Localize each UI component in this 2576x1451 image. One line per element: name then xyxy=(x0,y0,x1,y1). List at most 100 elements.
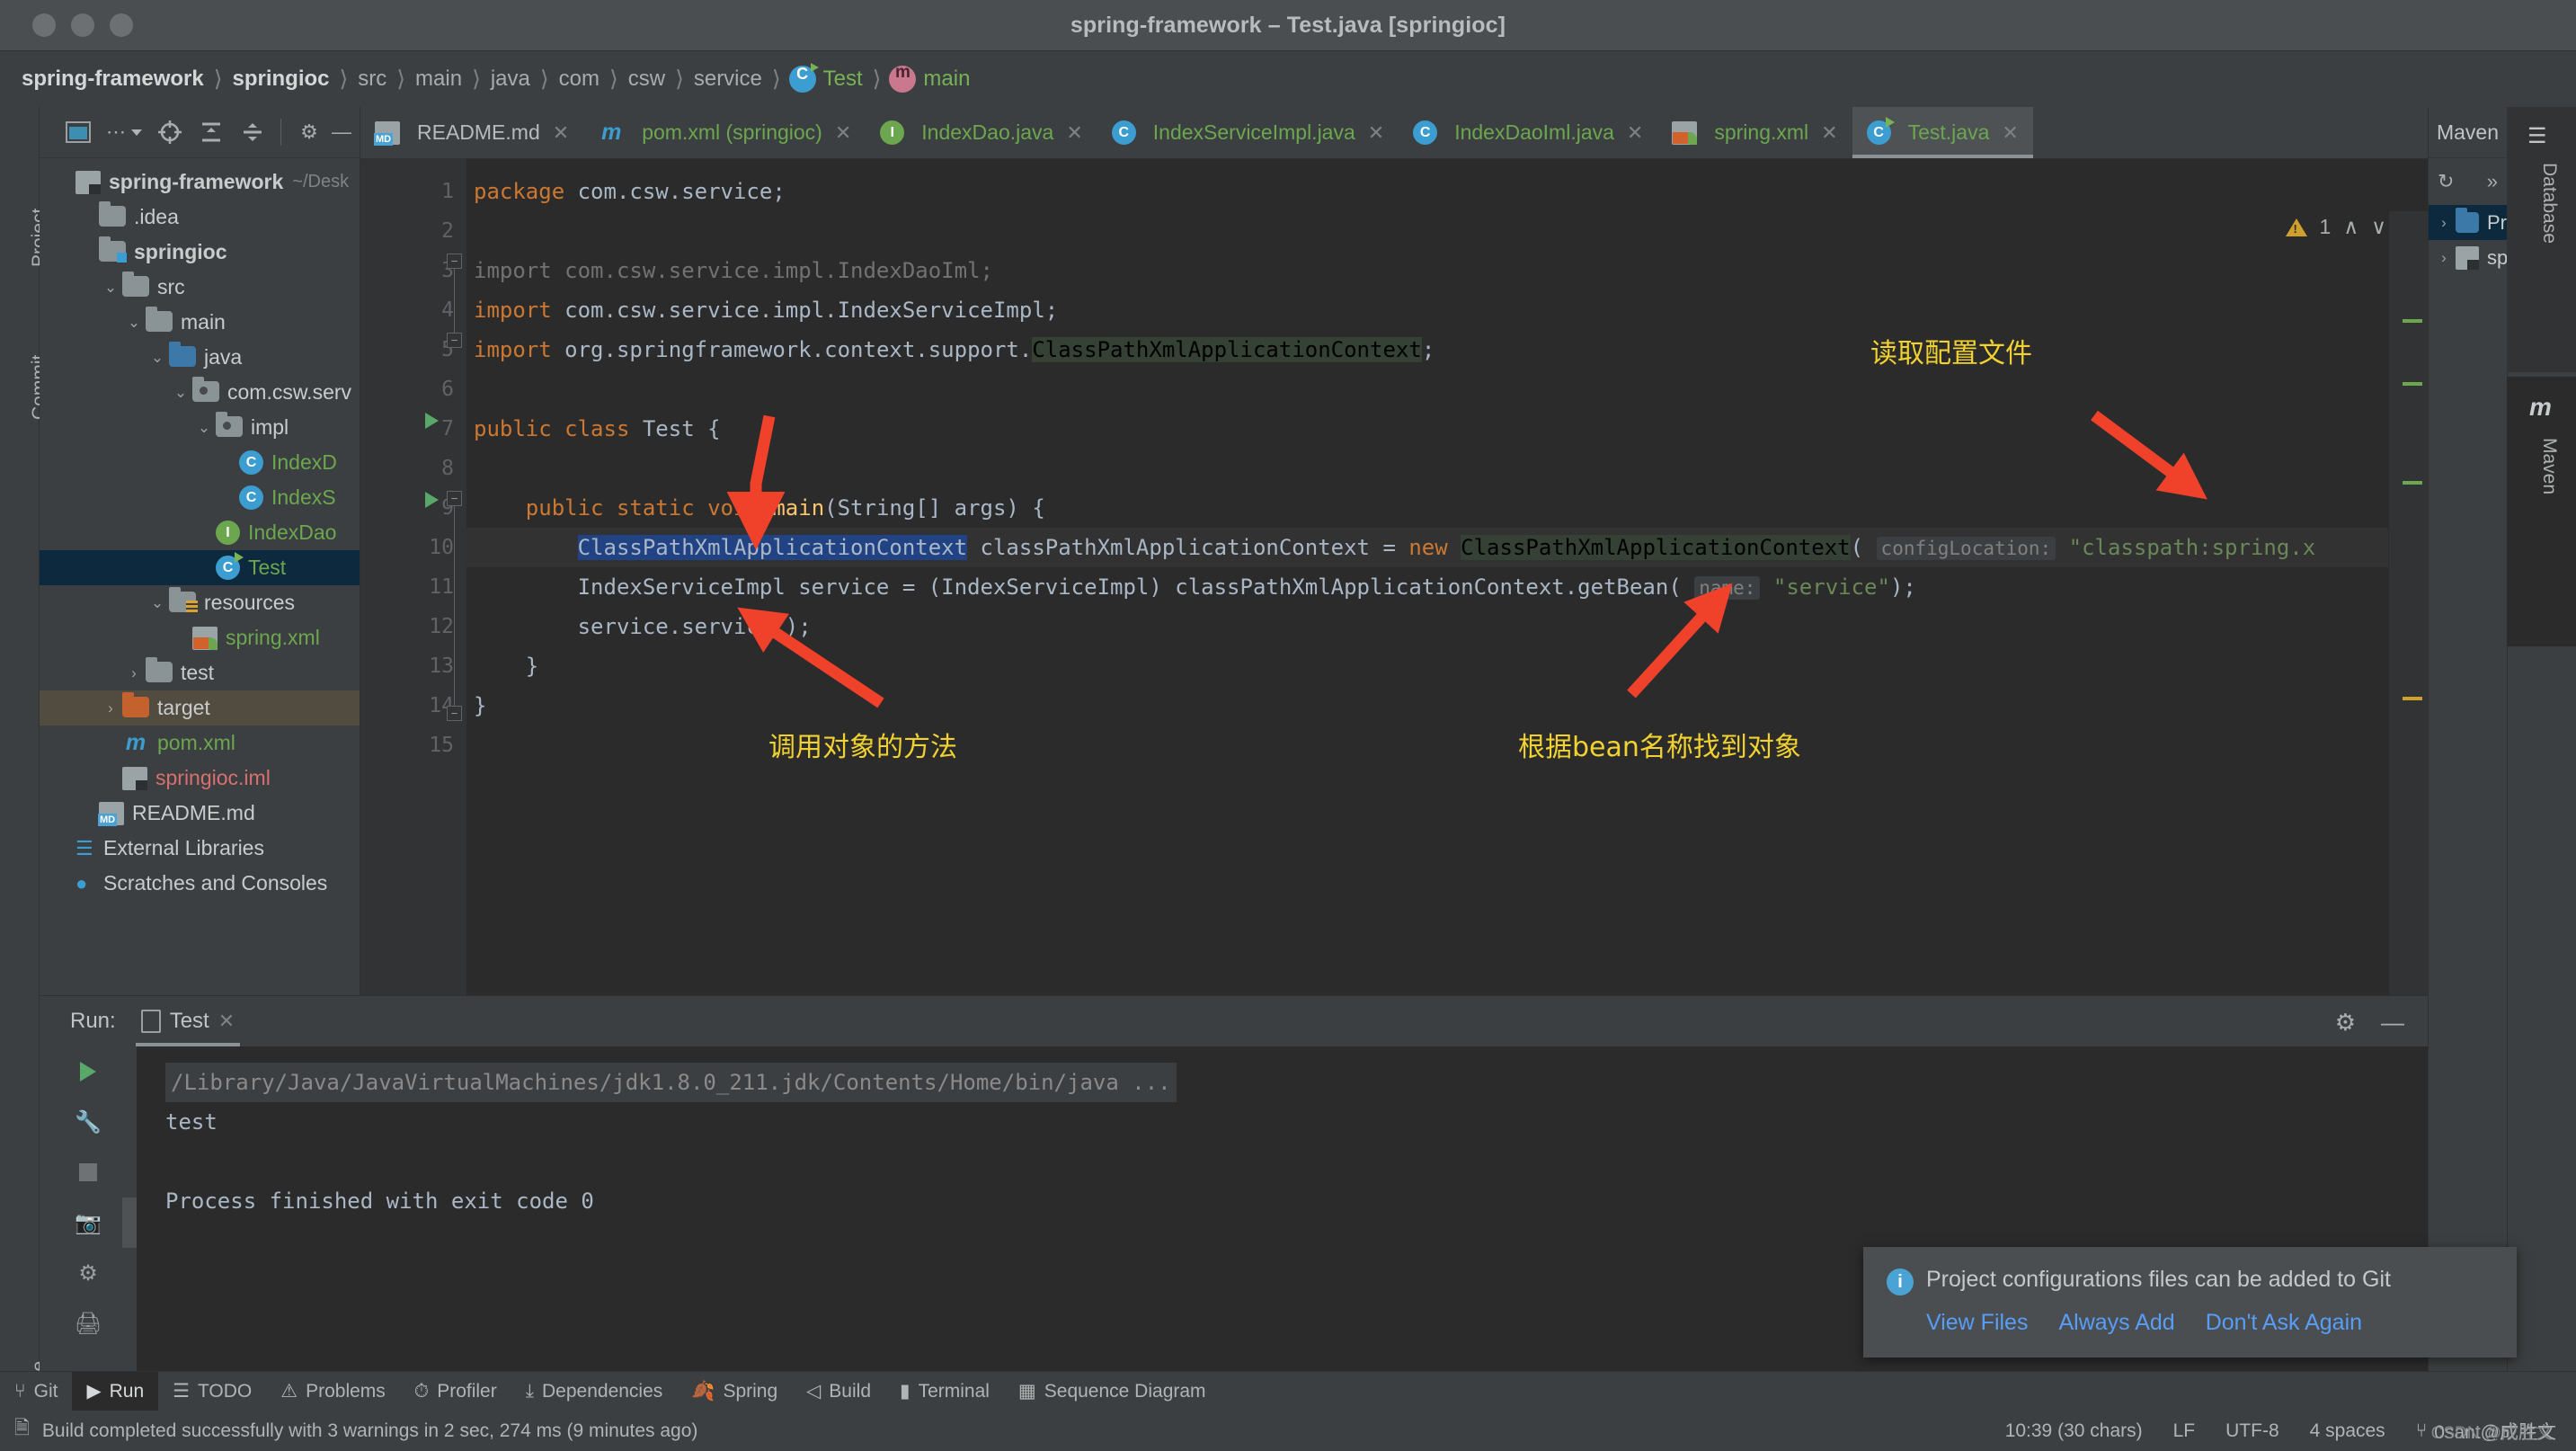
tree-node[interactable]: ⌄src xyxy=(40,270,360,305)
bottom-bar-item-sequence-diagram[interactable]: ▦Sequence Diagram xyxy=(1004,1372,1221,1411)
dont-ask-again-link[interactable]: Don't Ask Again xyxy=(2206,1310,2362,1336)
breadcrumb-item-com[interactable]: com xyxy=(557,67,601,92)
code-line[interactable] xyxy=(466,369,2428,409)
expand-more-icon[interactable]: » xyxy=(2487,170,2498,193)
notification-actions[interactable]: View Files Always Add Don't Ask Again xyxy=(1926,1310,2493,1336)
tree-node[interactable]: ›target xyxy=(40,690,360,726)
tree-node[interactable]: README.md xyxy=(40,796,360,831)
tree-node[interactable]: ⌄impl xyxy=(40,410,360,445)
breadcrumb-item-module[interactable]: springioc xyxy=(230,67,331,92)
encoding[interactable]: UTF-8 xyxy=(2225,1420,2279,1442)
code-line[interactable]: import org.springframework.context.suppo… xyxy=(466,330,2428,369)
tree-node[interactable]: CIndexD xyxy=(40,445,360,480)
tree-expand-arrow[interactable]: › xyxy=(122,664,146,682)
maven-item-projects[interactable]: › Pro xyxy=(2429,205,2507,240)
tree-expand-arrow[interactable]: ⌄ xyxy=(146,594,169,612)
breadcrumb[interactable]: spring-framework ⟩ springioc ⟩ src ⟩ mai… xyxy=(20,66,972,93)
close-icon[interactable]: ✕ xyxy=(1368,121,1384,145)
bottom-bar-item-terminal[interactable]: ▮Terminal xyxy=(885,1372,1004,1411)
code-line[interactable] xyxy=(466,211,2428,251)
breadcrumb-item-class[interactable]: Test xyxy=(822,67,865,92)
fold-method-end-icon[interactable]: − xyxy=(447,706,462,721)
tree-node[interactable]: spring.xml xyxy=(40,620,360,655)
locate-icon[interactable] xyxy=(149,111,191,153)
tree-node[interactable]: ⌄com.csw.serv xyxy=(40,375,360,410)
run-settings-gear-icon[interactable]: ⚙ xyxy=(2335,1009,2356,1037)
breadcrumb-item-src[interactable]: src xyxy=(356,67,388,92)
left-tool-strip[interactable]: Project Commit Structure Favorites xyxy=(0,107,40,1371)
line-separator[interactable]: LF xyxy=(2173,1420,2196,1442)
breadcrumb-item-main[interactable]: main xyxy=(413,67,464,92)
stripe-marker[interactable] xyxy=(2403,319,2422,323)
tree-expand-arrow[interactable]: › xyxy=(99,699,122,717)
run-side-toolbar[interactable]: 🔧 📷 ⚙ 🖨 ↑ ↓ ↵ ↧ xyxy=(40,1046,137,1371)
tree-expand-arrow[interactable]: ⌄ xyxy=(99,279,122,297)
chevron-right-icon[interactable]: › xyxy=(2432,249,2456,267)
close-icon[interactable]: ✕ xyxy=(1821,121,1837,145)
bottom-bar-item-profiler[interactable]: ⏱Profiler xyxy=(400,1372,511,1411)
bottom-bar-item-spring[interactable]: 🍂Spring xyxy=(677,1372,792,1411)
editor-tab[interactable]: CIndexServiceImpl.java✕ xyxy=(1097,107,1399,158)
tree-node[interactable]: ⌄resources xyxy=(40,585,360,620)
bottom-tool-bar[interactable]: ⑂Git▶Run☰TODO⚠Problems⏱Profiler⤓Dependen… xyxy=(0,1371,2576,1411)
bottom-bar-item-problems[interactable]: ⚠Problems xyxy=(266,1372,400,1411)
tree-node[interactable]: .idea xyxy=(40,200,360,235)
tool-window-button-maven[interactable]: Maven xyxy=(2538,438,2560,494)
breadcrumb-item-project[interactable]: spring-framework xyxy=(20,67,206,92)
collapse-all-icon[interactable] xyxy=(232,111,273,153)
run-minimize-icon[interactable]: — xyxy=(2381,1009,2404,1037)
code-line[interactable] xyxy=(466,726,2428,765)
tree-node[interactable]: ☰External Libraries xyxy=(40,831,360,866)
editor-tab-bar[interactable]: README.md✕mpom.xml (springioc)✕IIndexDao… xyxy=(360,107,2428,159)
stripe-marker[interactable] xyxy=(2403,382,2422,386)
settings-gear-icon[interactable]: ⚙ xyxy=(289,111,330,153)
hide-icon[interactable]: — xyxy=(330,111,353,153)
stripe-marker[interactable] xyxy=(2403,697,2422,700)
editor-tab[interactable]: CTest.java✕ xyxy=(1852,107,2033,158)
indent-setting[interactable]: 4 spaces xyxy=(2310,1420,2385,1442)
tree-expand-arrow[interactable]: ⌄ xyxy=(146,349,169,367)
code-line[interactable]: } xyxy=(466,646,2428,686)
tree-node[interactable]: IIndexDao xyxy=(40,515,360,550)
close-icon[interactable]: ✕ xyxy=(2002,121,2018,145)
code-line[interactable]: public static void main(String[] args) { xyxy=(466,488,2428,528)
code-line[interactable]: public class Test { xyxy=(466,409,2428,449)
close-icon[interactable]: ✕ xyxy=(1627,121,1643,145)
code-line[interactable] xyxy=(466,449,2428,488)
expand-all-icon[interactable] xyxy=(191,111,232,153)
gutter-run-class-icon[interactable] xyxy=(425,413,439,429)
close-icon[interactable]: ✕ xyxy=(553,121,569,145)
editor-tab[interactable]: CIndexDaoIml.java✕ xyxy=(1399,107,1657,158)
close-icon[interactable]: ✕ xyxy=(218,1010,235,1033)
tree-node[interactable]: ›test xyxy=(40,655,360,690)
editor-tab[interactable]: spring.xml✕ xyxy=(1657,107,1852,158)
view-files-link[interactable]: View Files xyxy=(1926,1310,2028,1336)
notification-popup[interactable]: i Project configurations files can be ad… xyxy=(1863,1247,2517,1358)
tree-node[interactable]: springioc.iml xyxy=(40,761,360,796)
code-line[interactable]: package com.csw.service; xyxy=(466,172,2428,211)
fold-import-icon[interactable]: − xyxy=(447,254,462,269)
project-view-select-icon[interactable] xyxy=(58,111,99,153)
close-icon[interactable]: ✕ xyxy=(835,121,851,145)
maven-item-module[interactable]: › spr xyxy=(2429,240,2507,275)
fold-import-end-icon[interactable]: − xyxy=(447,333,462,348)
code-line[interactable]: IndexServiceImpl service = (IndexService… xyxy=(466,567,2428,607)
breadcrumb-item-csw[interactable]: csw xyxy=(626,67,667,92)
tree-node[interactable]: ⌄java xyxy=(40,340,360,375)
code-line[interactable]: import com.csw.service.impl.IndexService… xyxy=(466,290,2428,330)
close-icon[interactable]: ✕ xyxy=(1066,121,1082,145)
tree-node[interactable]: mpom.xml xyxy=(40,726,360,761)
right-tool-strip[interactable]: ☰ Database m Maven xyxy=(2507,107,2576,1371)
maven-toolbar[interactable]: ↻ » xyxy=(2429,158,2507,205)
refresh-icon[interactable]: ↻ xyxy=(2438,170,2454,193)
project-view-dropdown-icon[interactable]: ⋯ xyxy=(99,111,149,153)
next-problem-icon[interactable]: ∨ xyxy=(2371,215,2386,239)
tree-expand-arrow[interactable]: ⌄ xyxy=(192,419,216,437)
code-line[interactable]: import com.csw.service.impl.IndexDaoIml; xyxy=(466,251,2428,290)
stripe-marker[interactable] xyxy=(2403,481,2422,485)
bottom-bar-item-dependencies[interactable]: ⤓Dependencies xyxy=(511,1372,678,1411)
bottom-bar-item-run[interactable]: ▶Run xyxy=(72,1372,158,1411)
breadcrumb-item-service[interactable]: service xyxy=(692,67,764,92)
bottom-bar-item-git[interactable]: ⑂Git xyxy=(0,1372,72,1411)
tree-node[interactable]: CTest xyxy=(40,550,360,585)
